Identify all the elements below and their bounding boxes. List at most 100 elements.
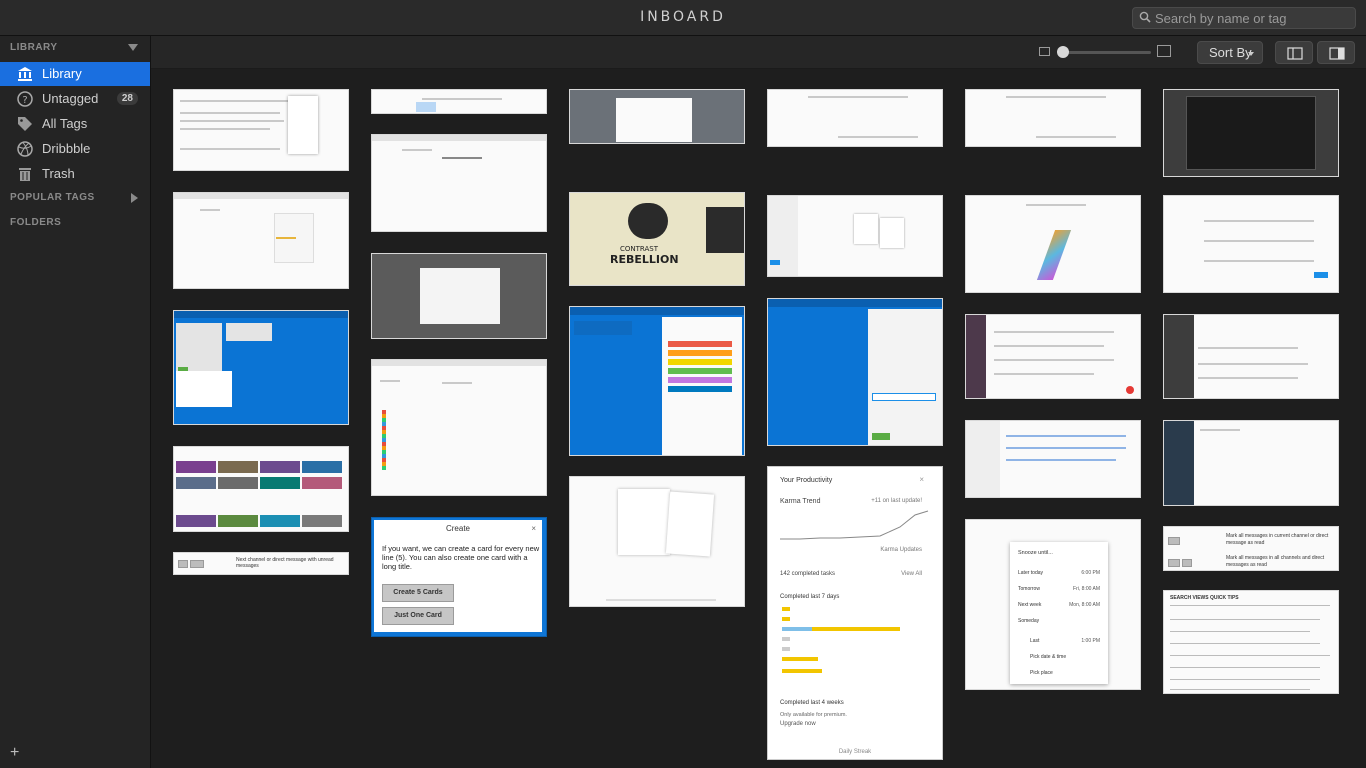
premium-notice: Only available for premium. [780,712,847,718]
screenshot-tile[interactable] [371,134,547,232]
screenshot-tile[interactable]: Mark all messages in current channel or … [1163,526,1339,571]
snooze-option-label[interactable]: Later today [1018,570,1043,576]
screenshot-tile[interactable] [371,89,547,114]
screenshot-tile[interactable] [965,420,1141,498]
sidebar-layout-button[interactable] [1275,41,1313,64]
productivity-title: Your Productivity [780,477,833,484]
snooze-option-time: Mon, 8:00 AM [1069,602,1100,608]
zoom-slider-track[interactable] [1060,51,1151,54]
create-dialog: Create × If you want, we can create a ca… [374,520,542,632]
mark-read-description: Mark all messages in current channel or … [1226,533,1329,546]
sidebar-item-trash[interactable]: Trash [0,162,150,186]
title-bar: INBOARD [0,0,1366,36]
screenshot-tile[interactable] [767,89,943,147]
sidebar-item-label: All Tags [42,116,88,131]
search-box[interactable] [1132,7,1356,29]
chevron-down-icon[interactable] [128,44,138,51]
snooze-option-time: 6:00 PM [1081,570,1100,576]
screenshot-tile[interactable] [1163,420,1339,506]
completed-last-7-days-label: Completed last 7 days [780,594,840,600]
snooze-last-time: 1:00 PM [1081,638,1100,644]
screenshot-tile[interactable] [569,306,745,456]
zoom-out-icon[interactable] [1039,47,1050,56]
screenshot-tile[interactable] [965,314,1141,399]
popular-tags-header[interactable]: POPULAR TAGS [10,192,95,203]
screenshot-tile[interactable] [173,192,349,289]
snooze-option-label[interactable]: Someday [1018,618,1039,624]
library-header[interactable]: LIBRARY [10,42,58,53]
screenshot-tile[interactable] [1163,89,1339,177]
screenshot-tile[interactable] [371,253,547,339]
karma-trend-line-icon [780,510,929,540]
dribbble-icon [17,141,33,157]
mark-read-description: Mark all messages in all channels and di… [1226,555,1325,568]
screenshot-tile[interactable] [965,195,1141,293]
zoom-in-icon[interactable] [1157,45,1171,57]
shortcut-description: Next channel or direct message with unre… [236,557,334,569]
add-button[interactable]: + [10,744,19,762]
screenshot-tile[interactable] [767,195,943,277]
screenshot-tile[interactable] [569,476,745,607]
search-input[interactable] [1155,10,1351,27]
screenshot-tile[interactable] [173,310,349,425]
pick-place-option[interactable]: Pick place [1030,670,1053,676]
screenshot-tile[interactable] [767,298,943,446]
screenshot-tile[interactable] [173,446,349,532]
screenshot-tile[interactable] [1163,195,1339,293]
snooze-option-label[interactable]: Next week [1018,602,1041,608]
library-icon [18,67,32,81]
sidebar-item-library[interactable]: Library [0,62,150,86]
close-icon[interactable]: × [919,475,924,484]
karma-updates-link[interactable]: Karma Updates [880,547,922,553]
svg-text:?: ? [22,95,27,106]
completed-last-4-weeks-label: Completed last 4 weeks [780,700,844,706]
just-one-card-button[interactable]: Just One Card [382,607,454,625]
screenshot-tile[interactable]: CONTRAST REBELLION [569,192,745,286]
snooze-tile[interactable]: Snooze until... Later today 6:00 PM Tomo… [965,519,1141,690]
sidebar-item-label: Dribbble [42,141,91,156]
dialog-body: If you want, we can create a card for ev… [382,544,540,571]
snooze-menu: Snooze until... Later today 6:00 PM Tomo… [1010,542,1108,684]
poster-line-1: CONTRAST [620,245,658,253]
view-all-link[interactable]: View All [901,571,922,577]
tag-icon [18,117,32,131]
inspector-layout-button[interactable] [1317,41,1355,64]
sidebar: LIBRARY Library ? Untagged 28 All Tags D… [0,36,151,768]
screenshot-grid: Next channel or direct message with unre… [151,70,1366,768]
create-cards-tile[interactable]: Create × If you want, we can create a ca… [371,517,547,637]
sidebar-item-all-tags[interactable]: All Tags [0,112,150,136]
snooze-last-label[interactable]: Last [1030,638,1039,644]
snooze-option-time: Fri, 8:00 AM [1073,586,1100,592]
snooze-option-label[interactable]: Tomorrow [1018,586,1040,592]
sidebar-item-label: Untagged [42,91,99,106]
snooze-menu-title: Snooze until... [1018,550,1053,556]
screenshot-tile[interactable] [1163,314,1339,399]
screenshot-tile[interactable] [173,89,349,171]
screenshot-tile[interactable]: SEARCH VIEWS QUICK TIPS [1163,590,1339,694]
sort-by-label: Sort By [1209,45,1252,60]
sidebar-item-untagged[interactable]: ? Untagged 28 [0,87,150,111]
search-icon [1139,11,1151,23]
upgrade-now-link[interactable]: Upgrade now [780,721,816,727]
zoom-slider-knob[interactable] [1057,46,1069,58]
sidebar-item-dribbble[interactable]: Dribbble [0,137,150,161]
pick-date-time-option[interactable]: Pick date & time [1030,654,1066,660]
screenshot-tile[interactable] [371,359,547,496]
chevron-right-icon[interactable] [131,193,138,203]
screenshot-tile[interactable]: Next channel or direct message with unre… [173,552,349,575]
search-tips-title: SEARCH VIEWS QUICK TIPS [1170,595,1239,601]
poster-line-2: REBELLION [610,253,679,266]
screenshot-tile[interactable] [569,89,745,144]
trash-icon [19,168,31,181]
karma-trend-value: +11 on last update! [871,498,922,504]
close-icon[interactable]: × [531,524,536,533]
sidebar-right-icon [1329,47,1345,60]
screenshot-tile[interactable] [965,89,1141,147]
folders-header[interactable]: FOLDERS [10,217,61,228]
completed-tasks-count: 142 completed tasks [780,571,836,577]
toolbar: Sort By [151,36,1366,69]
create-five-cards-button[interactable]: Create 5 Cards [382,584,454,602]
sidebar-item-label: Library [42,66,82,81]
productivity-tile[interactable]: Your Productivity × Karma Trend +11 on l… [767,466,943,760]
sort-by-button[interactable]: Sort By [1197,41,1263,64]
